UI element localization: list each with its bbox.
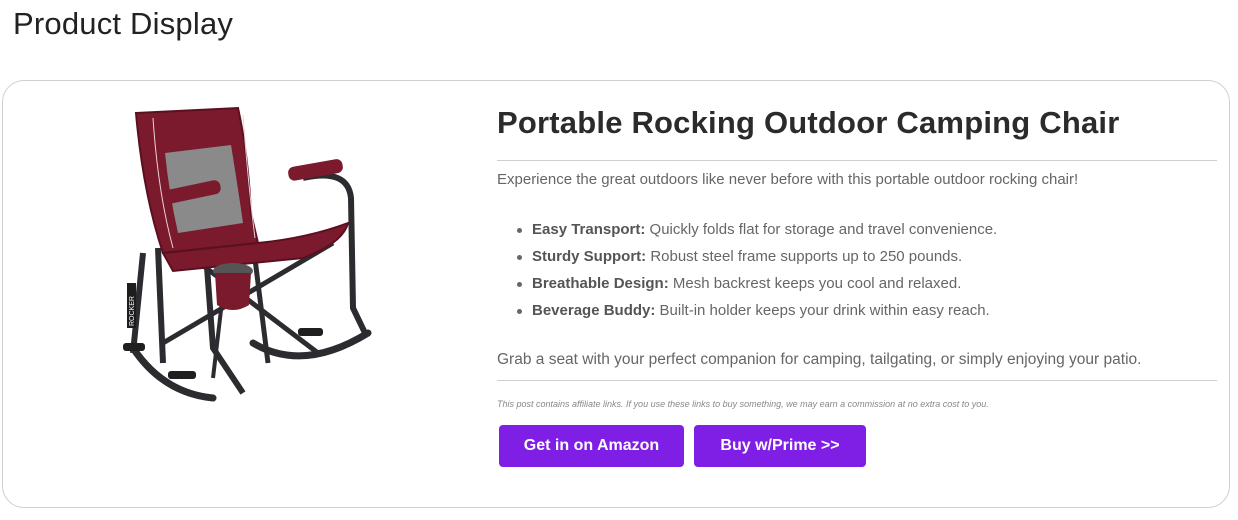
product-title: Portable Rocking Outdoor Camping Chair bbox=[497, 105, 1120, 140]
divider bbox=[497, 380, 1217, 381]
amazon-button[interactable]: Get in on Amazon bbox=[499, 425, 684, 467]
list-item: Easy Transport: Quickly folds flat for s… bbox=[516, 219, 998, 246]
feature-text: Built-in holder keeps your drink within … bbox=[655, 302, 990, 319]
list-item: Breathable Design: Mesh backrest keeps y… bbox=[516, 273, 997, 300]
feature-label: Sturdy Support: bbox=[532, 248, 647, 265]
product-closing: Grab a seat with your perfect companion … bbox=[497, 351, 1142, 368]
feature-label: Easy Transport: bbox=[532, 221, 646, 238]
divider bbox=[497, 160, 1217, 161]
product-image[interactable]: ROCKER bbox=[103, 93, 403, 413]
product-intro: Experience the great outdoors like never… bbox=[497, 171, 1079, 188]
list-item: Sturdy Support: Robust steel frame suppo… bbox=[516, 246, 997, 273]
feature-list: Easy Transport: Quickly folds flat for s… bbox=[497, 219, 997, 327]
feature-text: Robust steel frame supports up to 250 po… bbox=[646, 248, 963, 265]
feature-text: Quickly folds flat for storage and trave… bbox=[645, 221, 998, 238]
rocking-chair-image: ROCKER bbox=[123, 106, 372, 402]
page-title: Product Display bbox=[13, 6, 234, 41]
feature-label: Beverage Buddy: bbox=[532, 302, 656, 319]
product-card: ROCKER Portable Rocking Outdoor Camping … bbox=[2, 80, 1230, 508]
affiliate-disclaimer: This post contains affiliate links. If y… bbox=[497, 399, 989, 409]
list-item: Beverage Buddy: Built-in holder keeps yo… bbox=[516, 300, 997, 327]
feature-text: Mesh backrest keeps you cool and relaxed… bbox=[668, 275, 962, 292]
prime-button[interactable]: Buy w/Prime >> bbox=[694, 425, 866, 467]
chair-logo-text: ROCKER bbox=[129, 296, 136, 326]
feature-label: Breathable Design: bbox=[532, 275, 669, 292]
